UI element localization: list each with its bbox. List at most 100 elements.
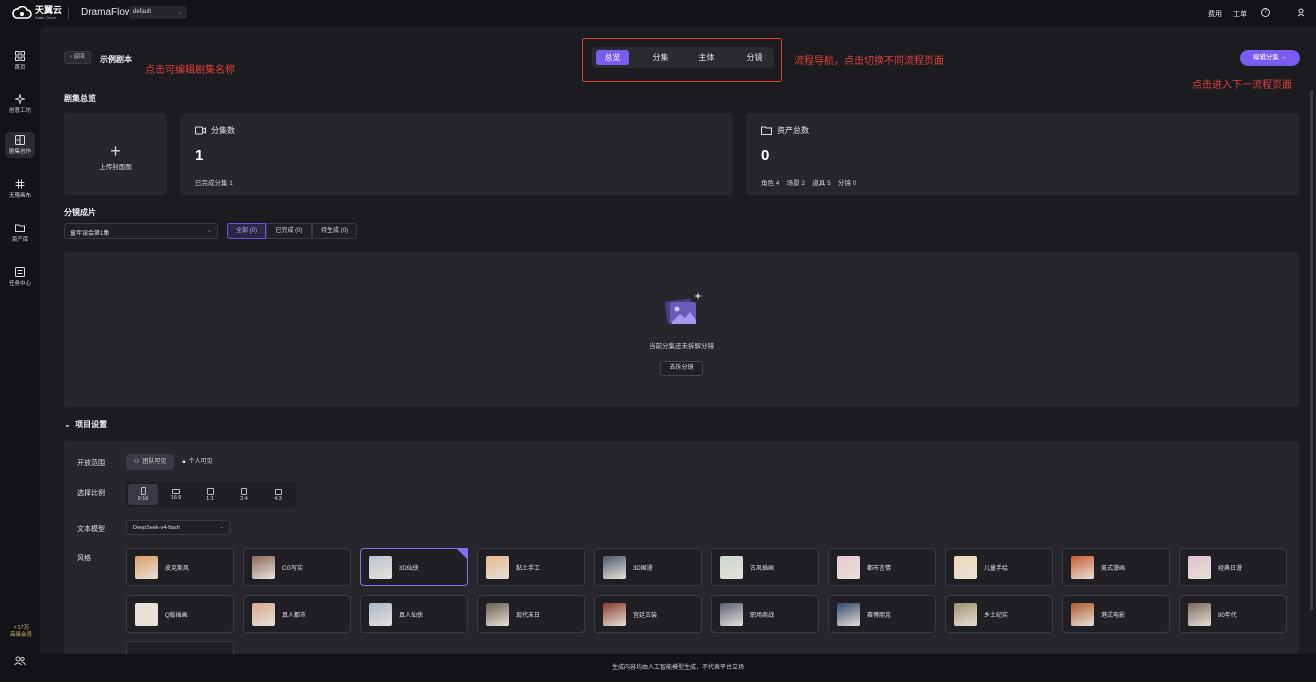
- episode-select-value: 童年误会第1集: [70, 231, 110, 237]
- video-icon: [195, 126, 206, 135]
- style-card[interactable]: Q版插画: [126, 595, 234, 633]
- style-name: CG写实: [282, 566, 304, 572]
- style-card[interactable]: 儿童手绘: [945, 548, 1053, 586]
- visibility-team[interactable]: ⚇ 团队可见: [126, 454, 175, 470]
- annotation-title: 点击可编辑剧集名称: [145, 65, 235, 76]
- style-card[interactable]: 80年代: [1179, 595, 1287, 633]
- ratio-16-9[interactable]: 16:9: [161, 484, 191, 505]
- style-thumbnail: [1188, 603, 1211, 626]
- style-card[interactable]: 赛博朋克: [828, 595, 936, 633]
- style-name: 职场商战: [750, 613, 775, 619]
- ratio-text: 9:16: [137, 496, 149, 502]
- style-thumbnail: [135, 556, 158, 579]
- style-card[interactable]: 真人仙侠: [360, 595, 468, 633]
- style-thumbnail: [720, 603, 743, 626]
- style-name: 3D仙侠: [399, 566, 419, 572]
- back-button[interactable]: ‹ 返回: [64, 51, 91, 64]
- style-card[interactable]: 宫廷古装: [594, 595, 702, 633]
- style-name: 儿童手绘: [984, 566, 1009, 572]
- style-card[interactable]: 3D仙侠: [360, 548, 468, 586]
- credits-badge[interactable]: ✧17万 高级会员: [6, 625, 36, 639]
- filter-completed[interactable]: 已完成 (0): [266, 223, 312, 239]
- style-thumbnail: [954, 556, 977, 579]
- flow-tabs: 总览 分集 主体 分镜: [592, 47, 774, 68]
- visibility-personal-label: 个人可见: [188, 459, 213, 465]
- style-card[interactable]: 都市言情: [828, 548, 936, 586]
- sidebar-item-workshop[interactable]: 创意工坊: [5, 91, 35, 117]
- style-thumbnail: [1071, 556, 1094, 579]
- billing-link[interactable]: 费用: [1208, 9, 1222, 19]
- style-card[interactable]: 古风插画: [711, 548, 819, 586]
- selected-check-icon: [456, 548, 468, 560]
- ratio-1-1[interactable]: 1:1: [195, 484, 225, 505]
- chevron-down-icon: ⌄: [219, 524, 224, 530]
- filter-pending[interactable]: 待生成 (0): [312, 223, 357, 239]
- cloud-logo-icon: [12, 6, 32, 20]
- sidebar-item-tasks[interactable]: 任务中心: [5, 264, 35, 290]
- edit-episodes-button[interactable]: 编辑分集 →: [1240, 50, 1300, 66]
- style-thumbnail: [837, 603, 860, 626]
- ratio-text: 4:3: [274, 496, 282, 502]
- vip-label: 高级会员: [9, 632, 32, 638]
- episode-select[interactable]: 童年误会第1集 ⌄: [64, 223, 218, 239]
- sidebar-item-home[interactable]: 首页: [5, 48, 35, 74]
- style-card[interactable]: 职场商战: [711, 595, 819, 633]
- style-card[interactable]: 黏土手工: [477, 548, 585, 586]
- folder-icon: [15, 223, 25, 233]
- footer-disclaimer: 生成内容均由人工智能模型生成，不代表平台立场: [40, 654, 1316, 682]
- split-storyboard-button[interactable]: 去拆分镜: [660, 361, 703, 376]
- tab-storyboard[interactable]: 分镜: [738, 50, 771, 65]
- style-thumbnail: [603, 556, 626, 579]
- sidebar-item-label: 首页: [14, 65, 26, 71]
- filter-all[interactable]: 全部 (0): [227, 223, 266, 239]
- ratio-label: 选择比例: [77, 490, 105, 497]
- help-icon[interactable]: ?: [1261, 8, 1270, 17]
- workspace-select[interactable]: default ⌄: [129, 6, 187, 19]
- style-thumbnail: [252, 556, 275, 579]
- ratio-9-16[interactable]: 9:16: [128, 484, 158, 505]
- scrollbar[interactable]: [1310, 90, 1313, 610]
- style-name: 赛博朋克: [867, 613, 892, 619]
- team-icon[interactable]: [14, 656, 26, 666]
- style-card[interactable]: CG写实: [243, 548, 351, 586]
- sidebar-item-drama[interactable]: 剧集创作: [5, 132, 35, 158]
- episodes-label: 分集数: [211, 126, 235, 135]
- style-card[interactable]: 真人都市: [243, 595, 351, 633]
- workspace-value: default: [133, 9, 152, 15]
- tab-subjects[interactable]: 主体: [690, 50, 723, 65]
- ticket-link[interactable]: 工单: [1233, 9, 1247, 19]
- episodes-count: 1: [195, 147, 204, 164]
- settings-title[interactable]: ⌄ 项目设置: [64, 419, 107, 430]
- sidebar-item-label: 无限画布: [8, 193, 31, 199]
- style-thumbnail: [135, 603, 158, 626]
- style-card[interactable]: 乡土纪实: [945, 595, 1053, 633]
- visibility-label: 开放范围: [77, 460, 105, 467]
- style-card[interactable]: 经典日漫: [1179, 548, 1287, 586]
- landscape-icon: [172, 489, 180, 494]
- ratio-text: 16:9: [170, 495, 182, 501]
- sidebar-item-assets[interactable]: 资产库: [5, 220, 35, 246]
- custom-style-card[interactable]: [126, 641, 234, 655]
- text-model-select[interactable]: DeepSeek-v4-flash ⌄: [126, 520, 230, 535]
- ratio-text: 3:4: [240, 496, 248, 502]
- visibility-personal[interactable]: 🔒︎ 个人可见: [174, 454, 220, 470]
- style-name: 3D国漫: [633, 566, 653, 572]
- account-icon[interactable]: [1297, 8, 1306, 17]
- upload-cover-card[interactable]: + 上传封面图: [64, 113, 167, 195]
- style-card[interactable]: 皮克斯风: [126, 548, 234, 586]
- logo[interactable]: 天翼云 State Cloud: [12, 6, 62, 20]
- style-card[interactable]: 港式电影: [1062, 595, 1170, 633]
- landscape-icon: [274, 489, 282, 495]
- storyboard-empty-state: 当前分集还未拆解分镜 去拆分镜: [64, 252, 1299, 407]
- team-icon: ⚇: [134, 459, 140, 465]
- tab-episodes[interactable]: 分集: [644, 50, 677, 65]
- ratio-4-3[interactable]: 4:3: [263, 484, 293, 505]
- style-card[interactable]: 现代末日: [477, 595, 585, 633]
- style-card[interactable]: 美式漫画: [1062, 548, 1170, 586]
- style-name: 乡土纪实: [984, 613, 1009, 619]
- style-card[interactable]: 3D国漫: [594, 548, 702, 586]
- script-title[interactable]: 示例剧本: [100, 54, 132, 65]
- tab-overview[interactable]: 总览: [596, 50, 629, 65]
- ratio-3-4[interactable]: 3:4: [229, 484, 259, 505]
- sidebar-item-canvas[interactable]: 无限画布: [5, 176, 35, 202]
